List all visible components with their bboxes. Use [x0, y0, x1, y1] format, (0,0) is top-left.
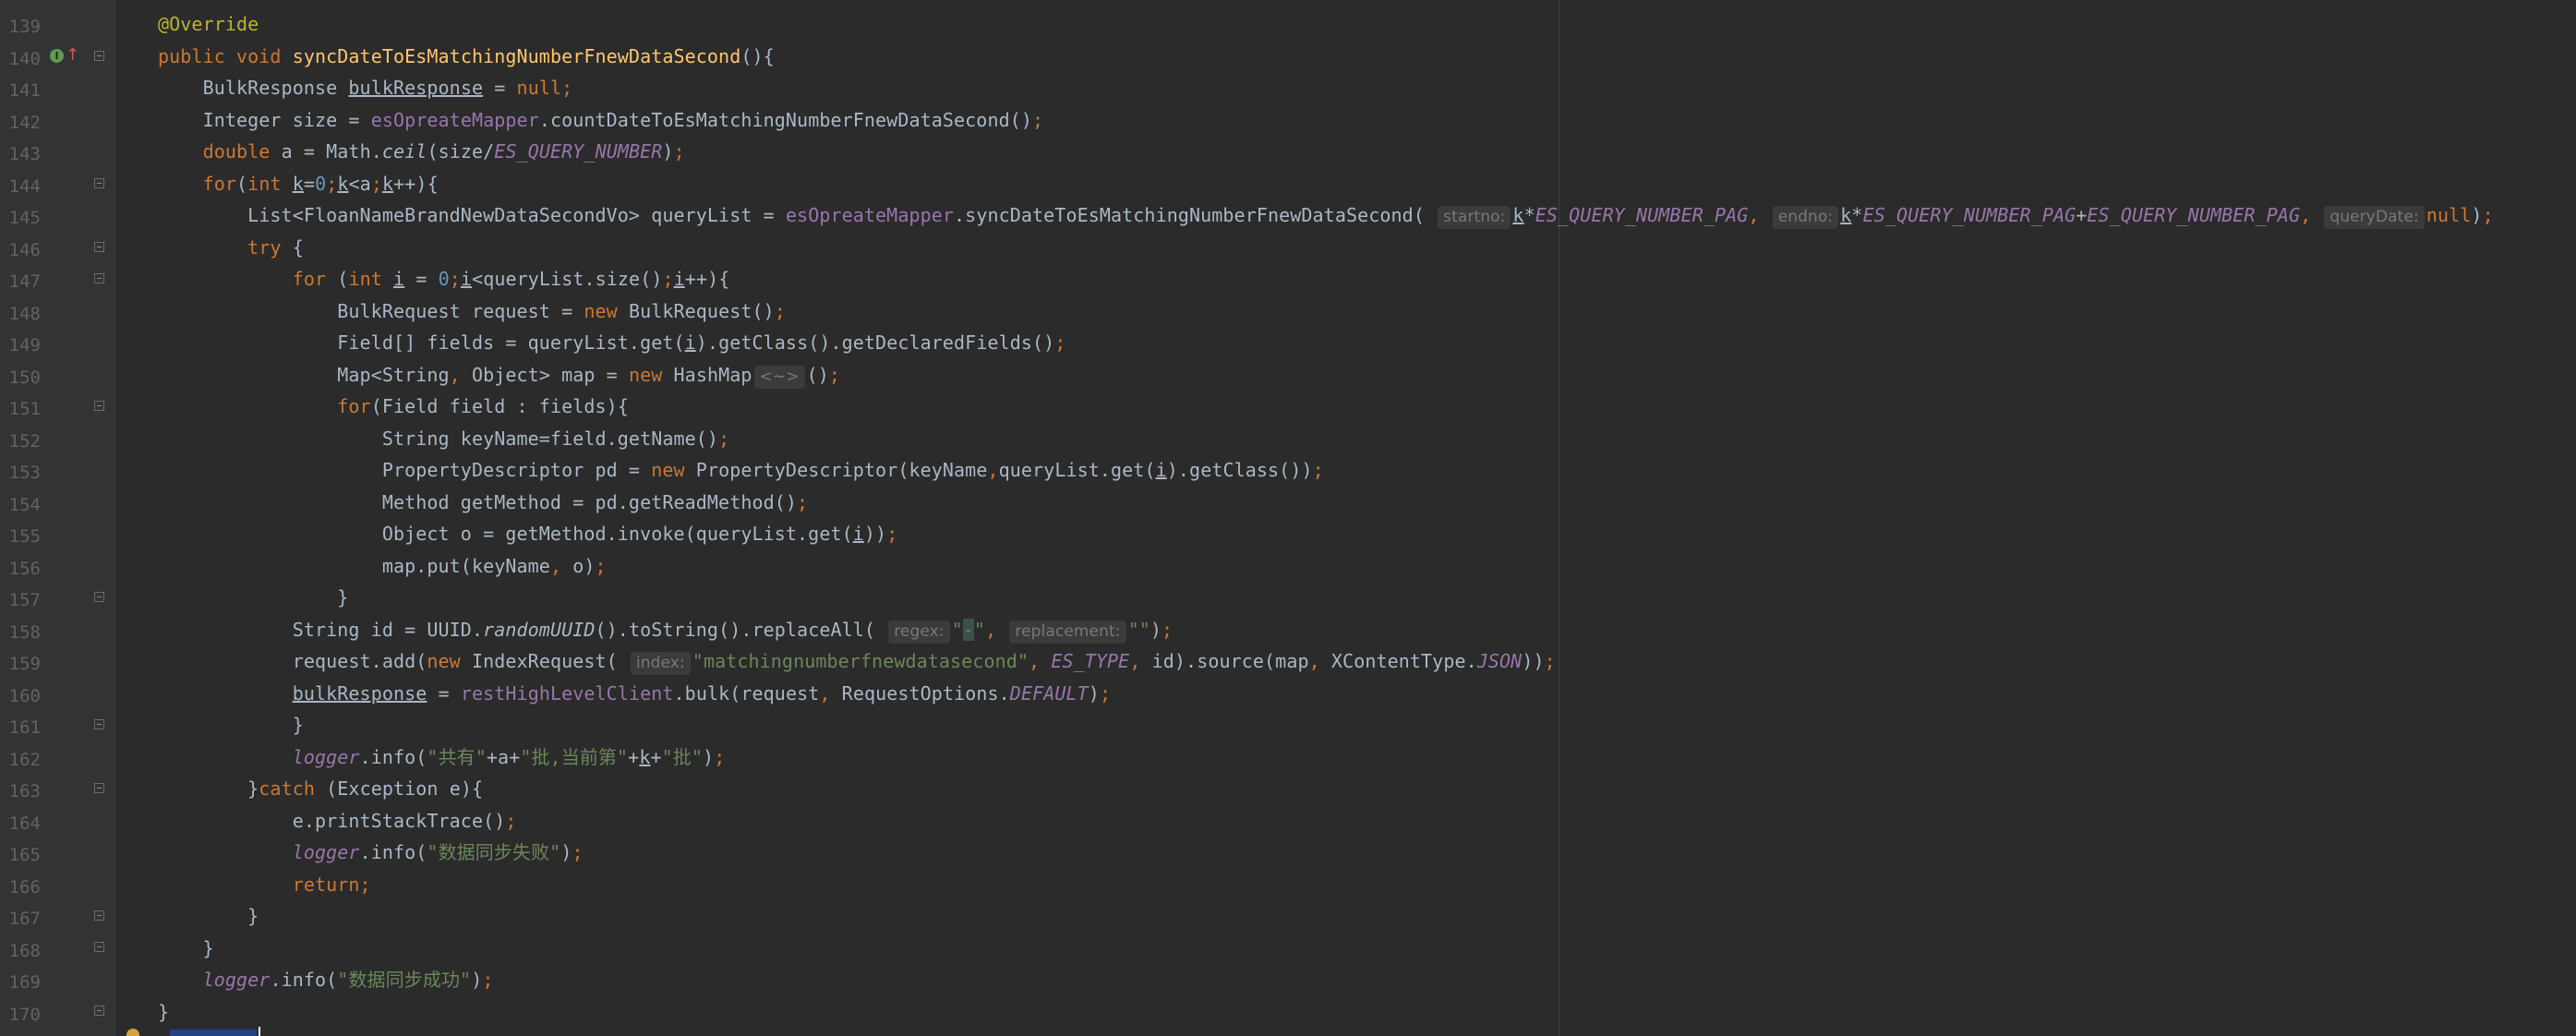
code-line: String keyName=field.getName(); — [158, 427, 730, 450]
fold-toggle-icon[interactable] — [94, 942, 104, 952]
line-number: 167 — [8, 909, 41, 929]
code-line: } — [158, 936, 214, 959]
line-number: 158 — [8, 621, 41, 643]
line-number: 147 — [8, 271, 41, 292]
param-hint-replacement: replacement: — [1009, 620, 1126, 644]
line-number: 153 — [8, 463, 41, 483]
code-line: BulkRequest request = new BulkRequest(); — [158, 299, 786, 322]
code-line: try { — [247, 235, 304, 259]
fold-toggle-icon[interactable] — [94, 51, 104, 61]
override-marker-icon[interactable]: I — [50, 49, 64, 63]
code-line: for(Field field : fields){ — [337, 395, 629, 417]
line-number: 144 — [8, 175, 41, 197]
code-line: logger.info("共有"+a+"批,当前第"+k+"批"); — [292, 745, 726, 768]
code-line: } — [158, 1000, 170, 1023]
code-line: String id = UUID.randomUUID().toString()… — [158, 614, 1173, 646]
line-number: 152 — [8, 430, 41, 452]
line-number: 141 — [8, 80, 41, 101]
code-line: request.add(new IndexRequest( index: "mat… — [158, 645, 1556, 678]
line-number: 168 — [8, 940, 41, 961]
code-line: return; — [292, 873, 371, 896]
text-caret — [259, 1027, 260, 1036]
line-number: 159 — [8, 654, 41, 674]
line-number: 157 — [8, 590, 41, 610]
line-number: 146 — [8, 239, 41, 260]
text-selection — [170, 1030, 257, 1036]
param-hint-endno: endno: — [1772, 206, 1839, 229]
code-line: double a = Math.ceil(size/ES_QUERY_NUMBE… — [202, 140, 685, 163]
param-hint-regex: regex: — [888, 620, 950, 644]
fold-toggle-icon[interactable] — [94, 178, 104, 188]
fold-toggle-icon[interactable] — [94, 273, 104, 283]
line-number: 160 — [8, 685, 41, 706]
line-number: 166 — [8, 876, 41, 897]
code-line: public void syncDateToEsMatchingNumberFn… — [158, 44, 775, 67]
line-number: 143 — [8, 144, 41, 164]
code-line: Object o = getMethod.invoke(queryList.ge… — [158, 523, 898, 545]
code-line: } — [158, 905, 259, 927]
fold-toggle-icon[interactable] — [94, 783, 104, 793]
code-line: List<FloanNameBrandNewDataSecondVo> quer… — [158, 199, 2494, 232]
line-number: 162 — [8, 749, 41, 770]
code-line: map.put(keyName, o); — [158, 554, 607, 577]
code-editor[interactable]: 139 140 141 142 143 144 145 146 147 148 … — [0, 0, 2576, 1036]
line-number: 145 — [8, 208, 41, 228]
code-line: for(int k=0;k<a;k++){ — [202, 172, 439, 195]
code-line: logger.info("数据同步成功"); — [202, 969, 494, 991]
code-line: e.printStackTrace(); — [158, 809, 517, 832]
line-number: 140 — [8, 48, 41, 69]
line-number: 155 — [8, 526, 41, 547]
diamond-hint: <~> — [753, 365, 805, 389]
code-line: for (int i = 0;i<queryList.size();i++){ — [292, 268, 730, 290]
param-hint-index: index: — [630, 652, 691, 675]
code-line: Map<String, Object> map = new HashMap <~>… — [158, 359, 840, 392]
line-number: 156 — [8, 558, 41, 579]
line-number: 149 — [8, 335, 41, 355]
line-number: 150 — [8, 367, 41, 388]
line-number: 161 — [8, 717, 41, 738]
code-line: PropertyDescriptor pd = new PropertyDesc… — [158, 459, 1324, 481]
code-line: } — [158, 714, 304, 736]
code-line: BulkResponse bulkResponse = null; — [158, 77, 573, 99]
line-number: 151 — [8, 399, 41, 419]
code-line: @Override — [158, 13, 259, 35]
fold-toggle-icon[interactable] — [94, 910, 104, 921]
fold-toggle-icon[interactable] — [94, 592, 104, 602]
fold-toggle-icon[interactable] — [94, 242, 104, 252]
line-number: 142 — [8, 112, 41, 133]
fold-toggle-icon[interactable] — [94, 719, 104, 729]
line-number: 165 — [8, 845, 41, 865]
line-number: 148 — [8, 303, 41, 324]
fold-toggle-icon[interactable] — [94, 1006, 104, 1016]
param-hint-querydate: queryDate: — [2324, 206, 2425, 229]
code-line: Field[] fields = queryList.get(i).getCla… — [158, 331, 1066, 354]
code-area[interactable]: @Override public void syncDateToEsMatchi… — [115, 0, 2576, 1036]
line-number-gutter[interactable]: 139 140 141 142 143 144 145 146 147 148 … — [0, 0, 115, 1036]
line-number: 139 — [8, 17, 41, 37]
code-line: } — [158, 586, 349, 608]
param-hint-startno: startno: — [1438, 206, 1511, 229]
code-line: Integer size = esOpreateMapper.countDate… — [158, 108, 1044, 131]
line-number: 169 — [8, 972, 41, 993]
code-line: Method getMethod = pd.getReadMethod(); — [158, 490, 809, 513]
line-number: 154 — [8, 494, 41, 515]
line-number: 170 — [8, 1004, 41, 1025]
code-line: bulkResponse = restHighLevelClient.bulk(… — [292, 681, 1112, 705]
line-number: 163 — [8, 781, 41, 801]
line-number: 164 — [8, 813, 41, 834]
code-line: }catch (Exception e){ — [158, 777, 484, 800]
up-arrow-icon[interactable]: ↑ — [66, 46, 79, 65]
fold-toggle-icon[interactable] — [94, 401, 104, 411]
code-line: logger.info("数据同步失败"); — [292, 841, 584, 863]
lightbulb-icon[interactable] — [126, 1029, 139, 1036]
